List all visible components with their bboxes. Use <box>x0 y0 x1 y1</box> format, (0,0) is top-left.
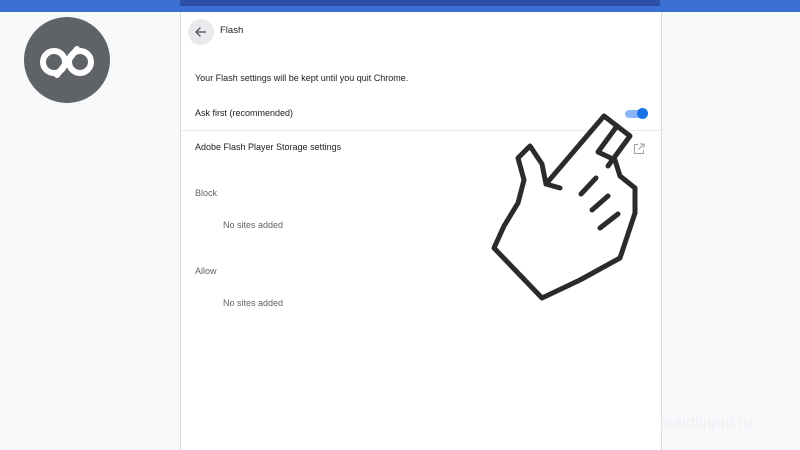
flash-info-text: Your Flash settings will be kept until y… <box>195 73 409 83</box>
block-empty-text: No sites added <box>223 220 284 230</box>
back-button[interactable] <box>188 19 214 45</box>
subpage-header: Flash <box>181 12 661 52</box>
block-heading: Block <box>195 188 218 198</box>
allow-empty-text: No sites added <box>223 298 284 308</box>
storage-settings-link[interactable]: Adobe Flash Player Storage settings <box>195 142 341 152</box>
arrow-back-icon <box>194 26 206 38</box>
pointing-hand-icon <box>480 108 640 308</box>
page-title: Flash <box>220 25 244 36</box>
browser-top-bar <box>0 0 800 12</box>
ask-first-label: Ask first (recommended) <box>195 108 294 118</box>
browser-top-bar-inner <box>180 0 660 6</box>
infinity-logo-icon <box>24 17 110 103</box>
watermark: antidtinput.ru <box>660 415 753 432</box>
allow-heading: Allow <box>195 266 217 276</box>
